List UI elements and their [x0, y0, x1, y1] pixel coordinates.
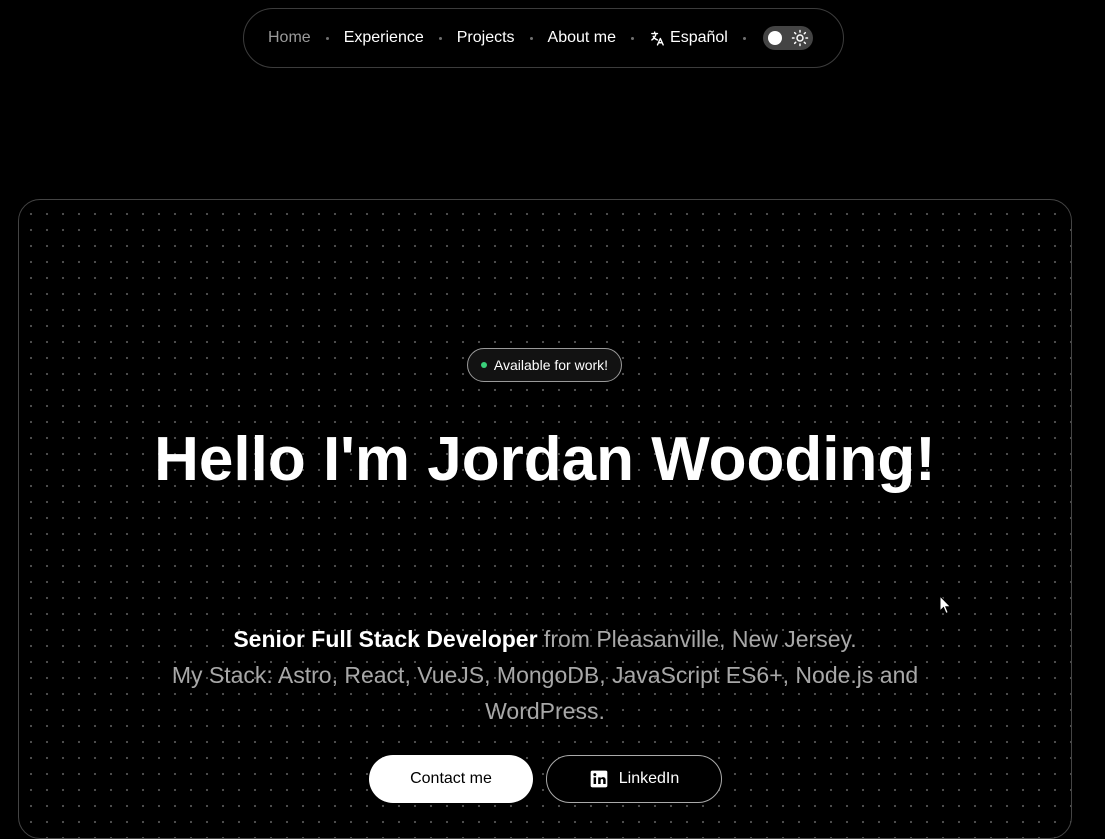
hero-section: Available for work! Hello I'm Jordan Woo… [18, 199, 1072, 839]
hero-title: Hello I'm Jordan Wooding! [154, 425, 936, 494]
sun-icon [791, 29, 809, 47]
hero-subtitle: Senior Full Stack Developer from Pleasan… [119, 621, 971, 729]
nav-link-experience[interactable]: Experience [344, 29, 424, 47]
status-dot [480, 362, 487, 368]
contact-me-button[interactable]: Contact me [369, 755, 533, 803]
mouse-cursor-icon [939, 595, 952, 615]
linkedin-icon [590, 770, 608, 788]
linkedin-label: LinkedIn [618, 770, 680, 787]
availability-text: Available for work! [493, 357, 609, 373]
nav-separator [438, 36, 442, 40]
role-text: Senior Full Stack Developer [233, 626, 538, 652]
translate-icon [651, 30, 664, 46]
nav-link-projects[interactable]: Projects [457, 29, 515, 47]
toggle-knob [767, 31, 782, 45]
nav-link-home[interactable]: Home [268, 29, 311, 47]
nav-link-about-me[interactable]: About me [548, 29, 616, 47]
nav-separator [631, 36, 635, 40]
linkedin-button[interactable]: LinkedIn [546, 755, 722, 803]
language-switch-button[interactable]: Español [649, 29, 728, 47]
top-navigation: Home Experience Projects About me Españo… [243, 8, 844, 68]
nav-separator [529, 36, 533, 40]
language-label: Español [670, 29, 728, 46]
theme-toggle[interactable] [762, 26, 813, 50]
stack-text: My Stack: Astro, React, VueJS, MongoDB, … [171, 662, 919, 724]
contact-label: Contact me [410, 770, 492, 787]
location-text: from Pleasanville, New Jersey. [537, 626, 857, 652]
availability-badge: Available for work! [467, 348, 622, 382]
nav-separator [325, 36, 329, 40]
nav-separator [742, 36, 746, 40]
